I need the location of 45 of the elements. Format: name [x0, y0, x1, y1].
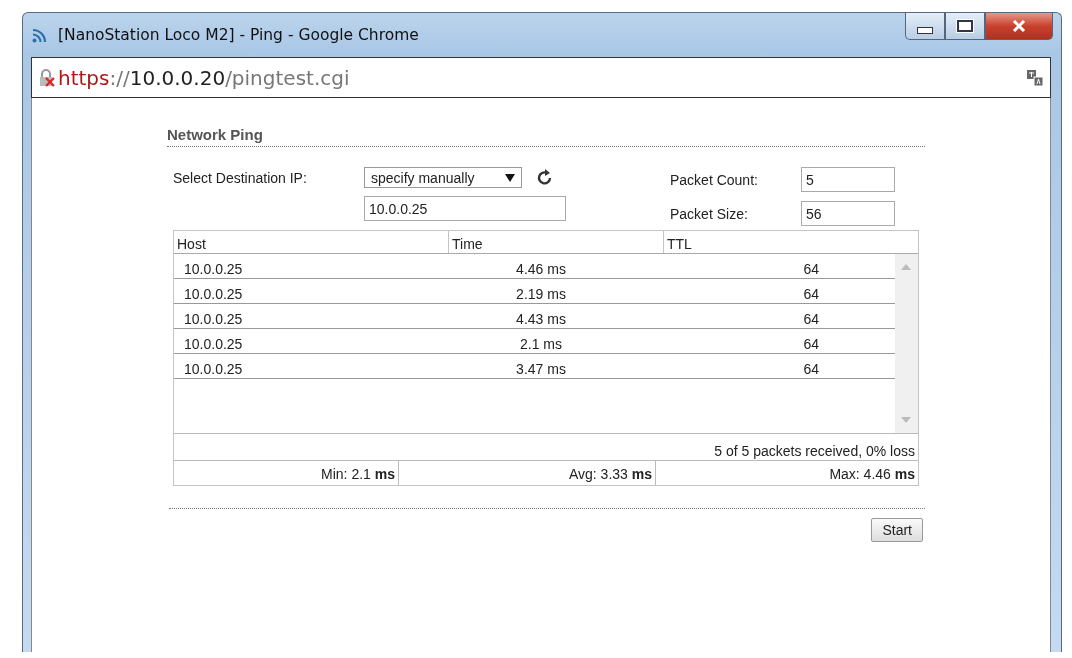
table-cell-text: 10.0.0.25 [183, 336, 244, 352]
statistic-cell: Min: 2.1 ms [174, 461, 399, 485]
table-cell-text: 10.0.0.25 [183, 311, 244, 327]
window-title: [NanoStation Loco M2] - Ping - Google Chrome [58, 26, 419, 44]
broken-lock-icon [38, 68, 56, 87]
table-cell-text: 3.47 ms [515, 361, 567, 377]
table-cell-text: 64 [802, 261, 819, 277]
destination-select[interactable]: specify manually [364, 167, 522, 188]
caret-icon [505, 174, 515, 182]
signal-icon [31, 27, 49, 43]
address-bar[interactable]: https://10.0.0.20/pingtest.cgi [31, 57, 1051, 98]
minimize-icon [917, 26, 933, 34]
url-text: https://10.0.0.20/pingtest.cgi [58, 65, 350, 90]
table-cell-text: 4.43 ms [515, 311, 567, 327]
statistic-cell: Avg: 3.33 ms [399, 461, 656, 485]
table-cell-text: 10.0.0.25 [183, 261, 244, 277]
section-title: Network Ping [167, 126, 925, 147]
table-cell-text: 64 [802, 361, 819, 377]
field-label: Packet Size: [670, 205, 749, 222]
refresh-icon[interactable] [537, 168, 553, 187]
maximize-icon [957, 20, 973, 32]
column-header[interactable]: TTL [664, 231, 918, 253]
table-cell-text: 10.0.0.25 [183, 286, 244, 302]
maximize-button[interactable] [945, 13, 985, 40]
table-cell-text: 64 [802, 336, 819, 352]
table-cell-text: 10.0.0.25 [183, 361, 244, 377]
table-cell-text: 2.19 ms [515, 286, 567, 302]
table-cell-text: 64 [802, 286, 819, 302]
summary-text: 5 of 5 packets received, 0% loss [714, 443, 915, 459]
packet-size-field[interactable]: 56 [801, 201, 895, 226]
translate-icon[interactable] [1026, 68, 1044, 87]
close-icon [1012, 20, 1026, 32]
packet-count-field[interactable]: 5 [801, 167, 895, 192]
table-cell-text: 4.46 ms [515, 261, 567, 277]
field-label: Select Destination IP: [173, 169, 308, 188]
table-cell-text: 64 [802, 311, 819, 327]
column-header[interactable]: Host [174, 231, 449, 253]
field-label: Packet Count: [670, 171, 759, 188]
ip-input-field[interactable]: 10.0.0.25 [364, 196, 566, 221]
table-cell-text: 2.1 ms [519, 336, 563, 352]
statistic-cell-text: Max: 4.46 ms [828, 465, 916, 484]
column-header[interactable]: Time [449, 231, 664, 253]
minimize-button[interactable] [905, 13, 945, 40]
close-button[interactable] [985, 13, 1053, 40]
start-button[interactable]: Start [871, 518, 923, 542]
